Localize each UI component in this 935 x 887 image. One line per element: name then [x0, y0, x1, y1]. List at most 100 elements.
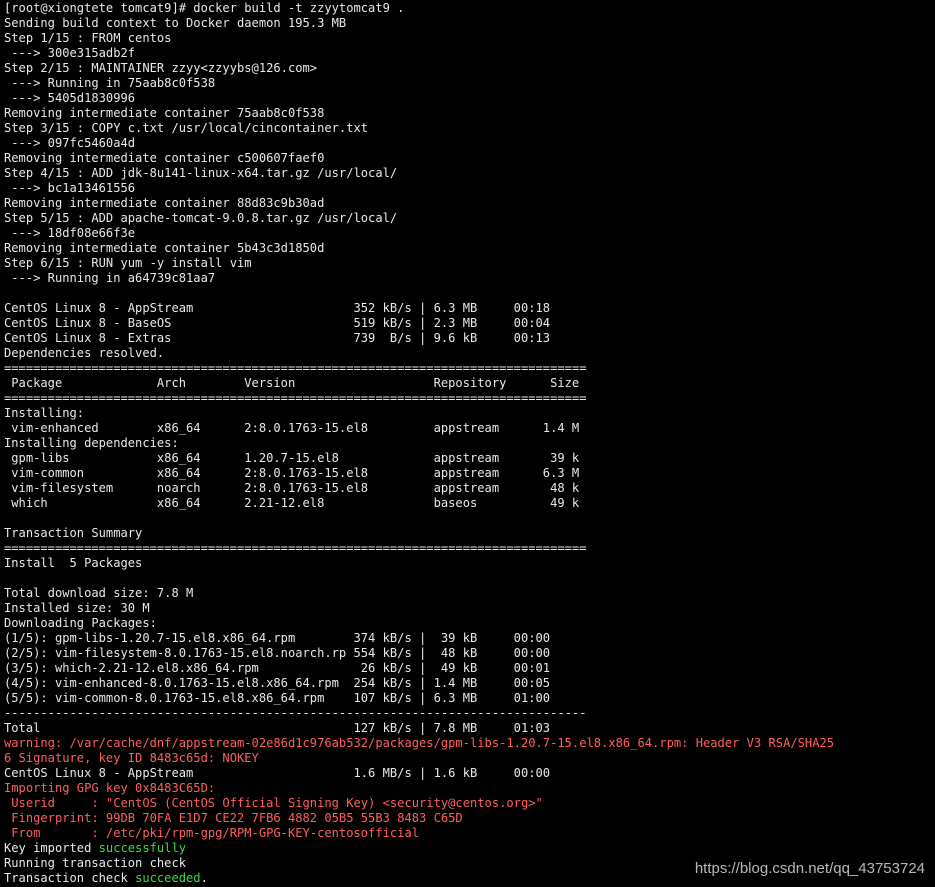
success-text: successfully — [98, 841, 187, 855]
terminal-line: Fingerprint: 99DB 70FA E1D7 CE22 7FB6 48… — [4, 811, 935, 826]
output-text: Step 6/15 : RUN yum -y install vim — [4, 256, 252, 270]
output-text: Dependencies resolved. — [4, 346, 165, 360]
terminal-line: ========================================… — [4, 391, 935, 406]
output-text: ---> 18df08e66f3e — [4, 226, 136, 240]
terminal-line: Sending build context to Docker daemon 1… — [4, 16, 935, 31]
terminal-line: Removing intermediate container 75aab8c0… — [4, 106, 935, 121]
terminal-line: ---> 18df08e66f3e — [4, 226, 935, 241]
output-text: ----------------------------------------… — [4, 706, 587, 720]
terminal-output[interactable]: [root@xiongtete tomcat9]# docker build -… — [4, 1, 935, 887]
output-text: Step 5/15 : ADD apache-tomcat-9.0.8.tar.… — [4, 211, 398, 225]
output-text: Installing dependencies: — [4, 436, 179, 450]
terminal-line: [root@xiongtete tomcat9]# docker build -… — [4, 1, 935, 16]
output-text: CentOS Linux 8 - AppStream 1.6 MB/s | 1.… — [4, 766, 551, 780]
output-text: CentOS Linux 8 - BaseOS 519 kB/s | 2.3 M… — [4, 316, 551, 330]
terminal-line: 6 Signature, key ID 8483c65d: NOKEY — [4, 751, 935, 766]
terminal-line: vim-filesystem noarch 2:8.0.1763-15.el8 … — [4, 481, 935, 496]
terminal-line: Transaction Summary — [4, 526, 935, 541]
output-text: ---> 300e315adb2f — [4, 46, 136, 60]
terminal-line: Total download size: 7.8 M — [4, 586, 935, 601]
output-text: Downloading Packages: — [4, 616, 157, 630]
output-text: Removing intermediate container 75aab8c0… — [4, 106, 325, 120]
output-text: vim-enhanced x86_64 2:8.0.1763-15.el8 ap… — [4, 421, 580, 435]
terminal-line: ---> 097fc5460a4d — [4, 136, 935, 151]
output-text: Installed size: 30 M — [4, 601, 150, 615]
output-text: (2/5): vim-filesystem-8.0.1763-15.el8.no… — [4, 646, 551, 660]
output-text: ---> 5405d1830996 — [4, 91, 136, 105]
terminal-line: vim-common x86_64 2:8.0.1763-15.el8 apps… — [4, 466, 935, 481]
output-text: ---> Running in a64739c81aa7 — [4, 271, 216, 285]
output-text: ========================================… — [4, 541, 587, 555]
terminal-line: Package Arch Version Repository Size — [4, 376, 935, 391]
terminal-line: Step 3/15 : COPY c.txt /usr/local/cincon… — [4, 121, 935, 136]
terminal-line: Step 1/15 : FROM centos — [4, 31, 935, 46]
warning-text: From : /etc/pki/rpm-gpg/RPM-GPG-KEY-cent… — [4, 826, 420, 840]
terminal-line: Total 127 kB/s | 7.8 MB 01:03 — [4, 721, 935, 736]
output-text: Transaction Summary — [4, 526, 143, 540]
watermark-text: https://blog.csdn.net/qq_43753724 — [694, 860, 925, 877]
terminal-line: ---> Running in a64739c81aa7 — [4, 271, 935, 286]
warning-text: Userid : "CentOS (CentOS Official Signin… — [4, 796, 543, 810]
terminal-line: From : /etc/pki/rpm-gpg/RPM-GPG-KEY-cent… — [4, 826, 935, 841]
output-text: Step 3/15 : COPY c.txt /usr/local/cincon… — [4, 121, 369, 135]
output-text: (4/5): vim-enhanced-8.0.1763-15.el8.x86_… — [4, 676, 551, 690]
terminal-line: Installing: — [4, 406, 935, 421]
warning-text: warning: /var/cache/dnf/appstream-02e86d… — [4, 736, 835, 750]
terminal-line: Installing dependencies: — [4, 436, 935, 451]
terminal-line: Step 5/15 : ADD apache-tomcat-9.0.8.tar.… — [4, 211, 935, 226]
terminal-line: (1/5): gpm-libs-1.20.7-15.el8.x86_64.rpm… — [4, 631, 935, 646]
terminal-line: ---> bc1a13461556 — [4, 181, 935, 196]
output-text: ========================================… — [4, 391, 587, 405]
terminal-line: ----------------------------------------… — [4, 706, 935, 721]
terminal-line: Key imported successfully — [4, 841, 935, 856]
terminal-line: Dependencies resolved. — [4, 346, 935, 361]
terminal-line: Installed size: 30 M — [4, 601, 935, 616]
terminal-line: (2/5): vim-filesystem-8.0.1763-15.el8.no… — [4, 646, 935, 661]
output-text: Removing intermediate container 5b43c3d1… — [4, 241, 325, 255]
terminal-line: (4/5): vim-enhanced-8.0.1763-15.el8.x86_… — [4, 676, 935, 691]
terminal-line: CentOS Linux 8 - AppStream 352 kB/s | 6.… — [4, 301, 935, 316]
output-text: vim-common x86_64 2:8.0.1763-15.el8 apps… — [4, 466, 580, 480]
output-text: Transaction check — [4, 871, 136, 885]
output-text: Installing: — [4, 406, 85, 420]
terminal-line: ---> 300e315adb2f — [4, 46, 935, 61]
terminal-line: ---> 5405d1830996 — [4, 91, 935, 106]
output-text: Package Arch Version Repository Size — [4, 376, 580, 390]
terminal-line: Step 2/15 : MAINTAINER zzyy<zzyybs@126.c… — [4, 61, 935, 76]
output-text: (3/5): which-2.21-12.el8.x86_64.rpm 26 k… — [4, 661, 551, 675]
output-text: CentOS Linux 8 - AppStream 352 kB/s | 6.… — [4, 301, 551, 315]
terminal-line: Downloading Packages: — [4, 616, 935, 631]
terminal-line: which x86_64 2.21-12.el8 baseos 49 k — [4, 496, 935, 511]
terminal-line: CentOS Linux 8 - AppStream 1.6 MB/s | 1.… — [4, 766, 935, 781]
terminal-line: Removing intermediate container 88d83c9b… — [4, 196, 935, 211]
terminal-line: warning: /var/cache/dnf/appstream-02e86d… — [4, 736, 935, 751]
terminal-line: Removing intermediate container 5b43c3d1… — [4, 241, 935, 256]
terminal-line: Install 5 Packages — [4, 556, 935, 571]
output-text: ---> bc1a13461556 — [4, 181, 136, 195]
terminal-line: (3/5): which-2.21-12.el8.x86_64.rpm 26 k… — [4, 661, 935, 676]
output-text: CentOS Linux 8 - Extras 739 B/s | 9.6 kB… — [4, 331, 551, 345]
output-text: Sending build context to Docker daemon 1… — [4, 16, 347, 30]
success-text: succeeded — [135, 871, 201, 885]
output-text: Step 4/15 : ADD jdk-8u141-linux-x64.tar.… — [4, 166, 398, 180]
output-text: vim-filesystem noarch 2:8.0.1763-15.el8 … — [4, 481, 580, 495]
terminal-line: Step 6/15 : RUN yum -y install vim — [4, 256, 935, 271]
output-text: [root@xiongtete tomcat9]# docker build -… — [4, 1, 405, 15]
warning-text: Fingerprint: 99DB 70FA E1D7 CE22 7FB6 48… — [4, 811, 463, 825]
warning-text: Importing GPG key 0x8483C65D: — [4, 781, 216, 795]
output-text: ---> Running in 75aab8c0f538 — [4, 76, 216, 90]
output-text: . — [200, 871, 208, 885]
output-text: Key imported — [4, 841, 99, 855]
output-text: (1/5): gpm-libs-1.20.7-15.el8.x86_64.rpm… — [4, 631, 551, 645]
output-text: ---> 097fc5460a4d — [4, 136, 136, 150]
terminal-line: ---> Running in 75aab8c0f538 — [4, 76, 935, 91]
output-text: Removing intermediate container c500607f… — [4, 151, 325, 165]
output-text: gpm-libs x86_64 1.20.7-15.el8 appstream … — [4, 451, 580, 465]
output-text: (5/5): vim-common-8.0.1763-15.el8.x86_64… — [4, 691, 551, 705]
output-text: ========================================… — [4, 361, 587, 375]
output-text: Install 5 Packages — [4, 556, 143, 570]
terminal-line: Importing GPG key 0x8483C65D: — [4, 781, 935, 796]
